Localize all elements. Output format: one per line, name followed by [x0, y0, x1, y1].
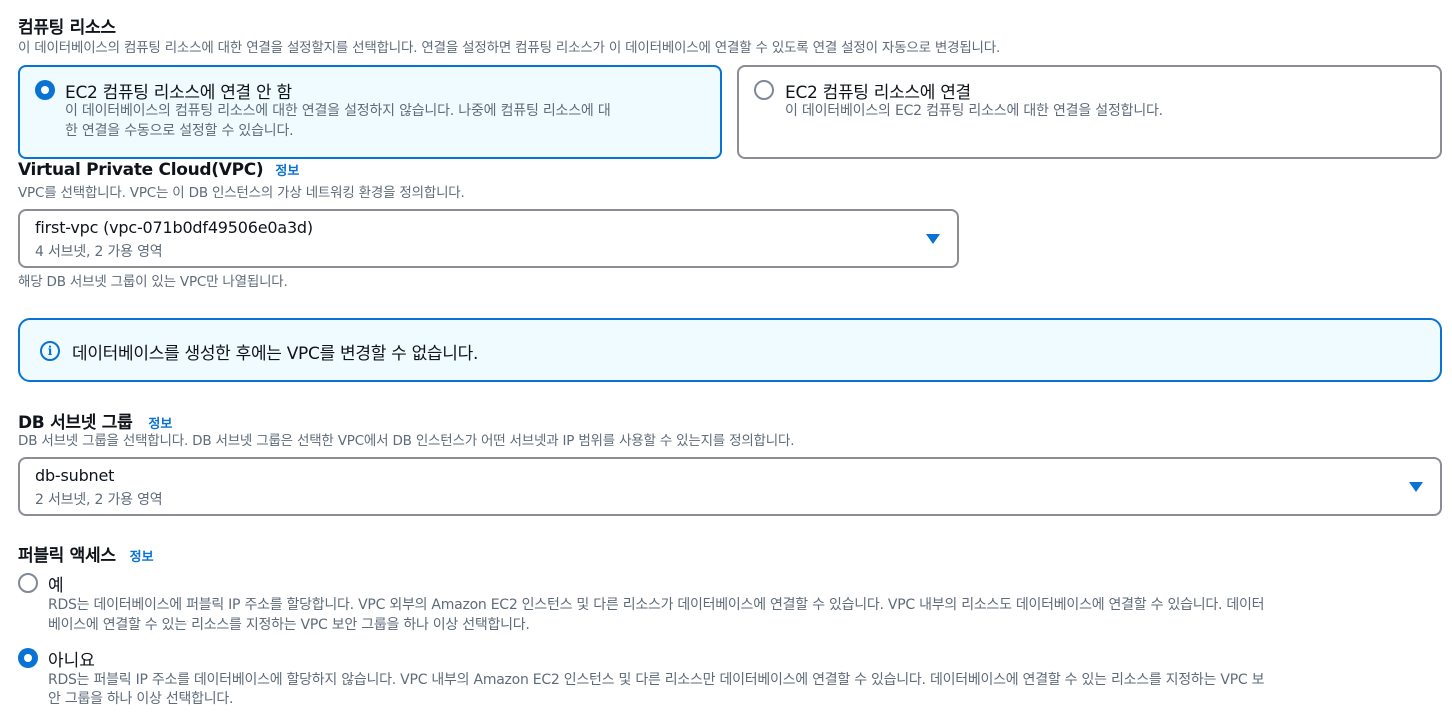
vpc-title: Virtual Private Cloud(VPC): [18, 160, 264, 180]
public-access-no-desc: 안 그룹을 하나 이상 선택합니다.: [48, 691, 234, 707]
compute-option-desc: 이 데이터베이스의 컴퓨팅 리소스에 대한 연결을 설정하지 않습니다. 나중에…: [65, 103, 611, 119]
subnet-description: DB 서브넷 그룹을 선택합니다. DB 서브넷 그룹은 선택한 VPC에서 D…: [18, 433, 795, 449]
info-icon: i: [40, 341, 60, 361]
radio-selected-icon[interactable]: [35, 80, 55, 100]
vpc-header: Virtual Private Cloud(VPC) 정보: [18, 160, 299, 180]
vpc-info-link[interactable]: 정보: [275, 164, 299, 179]
compute-title: 컴퓨팅 리소스: [18, 18, 116, 38]
caret-down-icon: [1409, 482, 1423, 492]
public-access-no-desc: RDS는 퍼블릭 IP 주소를 데이터베이스에 할당하지 않습니다. VPC 내…: [48, 672, 1265, 688]
alert-text: 데이터베이스를 생성한 후에는 VPC를 변경할 수 없습니다.: [72, 344, 479, 364]
compute-option-connect[interactable]: EC2 컴퓨팅 리소스에 연결 이 데이터베이스의 EC2 컴퓨팅 리소스에 대…: [737, 65, 1442, 159]
subnet-selected-value: db-subnet: [35, 466, 115, 485]
vpc-description: VPC를 선택합니다. VPC는 이 DB 인스턴스의 가상 네트워킹 환경을 …: [18, 185, 465, 201]
caret-down-icon: [926, 234, 940, 244]
vpc-selected-sub: 4 서브넷, 2 가용 영역: [35, 244, 163, 260]
compute-option-desc: 한 연결을 수동으로 설정할 수 있습니다.: [65, 123, 294, 139]
public-access-title: 퍼블릭 액세스: [18, 546, 116, 566]
vpc-info-alert: i 데이터베이스를 생성한 후에는 VPC를 변경할 수 없습니다.: [18, 318, 1442, 382]
subnet-selected-sub: 2 서브넷, 2 가용 영역: [35, 492, 163, 508]
public-access-yes-desc: 베이스에 연결할 수 있는 리소스를 지정하는 VPC 보안 그룹을 하나 이상…: [48, 617, 530, 633]
compute-option-no-connect[interactable]: EC2 컴퓨팅 리소스에 연결 안 함 이 데이터베이스의 컴퓨팅 리소스에 대…: [18, 65, 722, 159]
public-access-yes-label[interactable]: 예: [48, 571, 64, 596]
public-access-yes-radio[interactable]: [18, 573, 38, 593]
public-access-header: 퍼블릭 액세스 정보: [18, 541, 154, 566]
subnet-info-link[interactable]: 정보: [148, 417, 172, 432]
subnet-title: DB 서브넷 그룹: [18, 413, 133, 433]
public-access-info-link[interactable]: 정보: [130, 550, 154, 565]
subnet-header: DB 서브넷 그룹 정보: [18, 408, 172, 433]
radio-unselected-icon[interactable]: [754, 80, 774, 100]
compute-option-label: EC2 컴퓨팅 리소스에 연결 안 함: [65, 83, 292, 103]
subnet-select[interactable]: db-subnet 2 서브넷, 2 가용 영역: [18, 457, 1442, 516]
public-access-no-radio[interactable]: [18, 648, 38, 668]
compute-option-label: EC2 컴퓨팅 리소스에 연결: [785, 83, 971, 103]
public-access-no-label[interactable]: 아니요: [48, 646, 95, 671]
vpc-selected-value: first-vpc (vpc-071b0df49506e0a3d): [35, 218, 313, 237]
compute-option-desc: 이 데이터베이스의 EC2 컴퓨팅 리소스에 대한 연결을 설정합니다.: [785, 103, 1163, 119]
vpc-select[interactable]: first-vpc (vpc-071b0df49506e0a3d) 4 서브넷,…: [18, 209, 959, 268]
public-access-yes-desc: RDS는 데이터베이스에 퍼블릭 IP 주소를 할당합니다. VPC 외부의 A…: [48, 597, 1265, 613]
compute-description: 이 데이터베이스의 컴퓨팅 리소스에 대한 연결을 설정할지를 선택합니다. 연…: [18, 40, 1001, 56]
vpc-hint: 해당 DB 서브넷 그룹이 있는 VPC만 나열됩니다.: [18, 274, 288, 290]
